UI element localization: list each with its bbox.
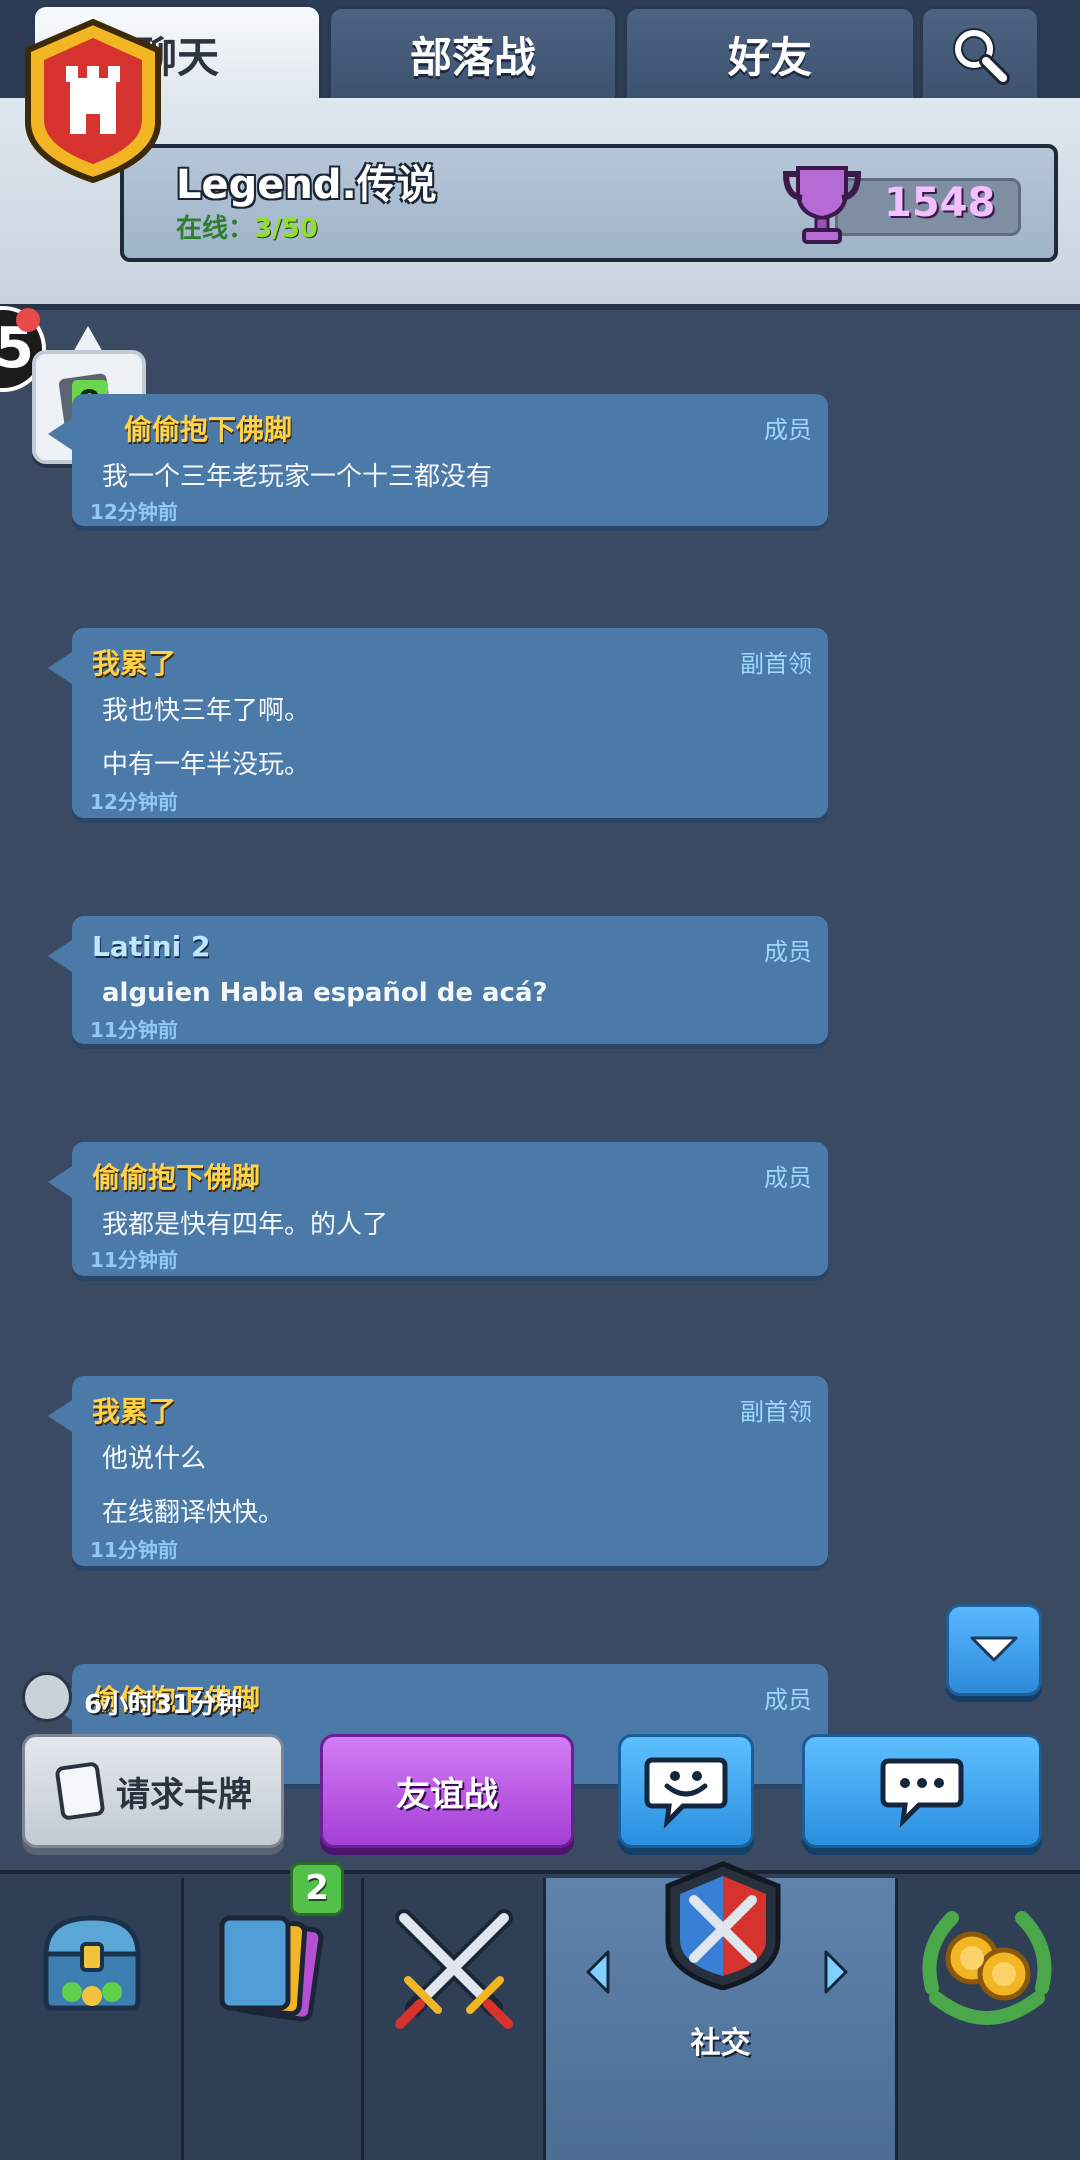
chest-icon [43, 1915, 141, 2011]
message-time: 11分钟前 [90, 1538, 178, 1562]
tab-friends-label: 好友 [727, 33, 812, 82]
message-text: 我都是快有四年。的人了 [102, 1210, 389, 1240]
message-role: 成员 [764, 938, 812, 966]
message-author: Latini 2 [92, 930, 211, 963]
bottom-nav: 社交 [0, 1861, 1080, 2160]
smiley-chat-icon [644, 1757, 728, 1828]
search-button[interactable] [920, 6, 1040, 100]
message-text: 我一个三年老玩家一个十三都没有 [102, 462, 493, 492]
clan-online-status: 在线：3/50 [176, 208, 318, 245]
message-role: 副首领 [740, 650, 812, 678]
message-author: 偷偷抱下佛脚 [92, 1161, 261, 1194]
message-role: 成员 [764, 1164, 812, 1192]
nav-battle[interactable] [364, 1878, 546, 2160]
message-author: 我累了 [92, 1395, 177, 1428]
message-role: 成员 [764, 416, 812, 444]
request-cards-button[interactable]: 请求卡牌 [22, 1734, 284, 1848]
nav-left-arrow-icon [586, 1950, 610, 1994]
online-label: 在线： [176, 214, 255, 244]
message-text: 我也快三年了啊。 [102, 696, 311, 726]
message-time: 12分钟前 [90, 790, 178, 814]
message-text: alguien Habla español de acá? [102, 978, 548, 1008]
request-cards-label: 请求卡牌 [116, 1774, 252, 1815]
chat-message[interactable]: 我累了 副首领 他说什么 在线翻译快快。 11分钟前 [48, 1376, 828, 1566]
message-role: 成员 [764, 1686, 812, 1714]
message-text: 中有一年半没玩。 [102, 750, 311, 780]
nav-social-label: 社交 [690, 2026, 751, 2061]
message-author: 偷偷抱下佛脚 [124, 413, 293, 446]
message-role: 副首领 [740, 1398, 812, 1426]
chat-compose-button[interactable] [802, 1734, 1042, 1848]
tab-friends[interactable]: 好友 [624, 6, 916, 100]
chat-message[interactable]: 偷偷抱下佛脚 成员 我都是快有四年。的人了 11分钟前 [48, 1142, 828, 1276]
nav-social[interactable]: 社交 [546, 1861, 898, 2160]
timer-text: 6小时31分钟 [84, 1690, 243, 1720]
message-author: 我累了 [92, 647, 177, 680]
nav-events[interactable] [898, 1878, 1080, 2160]
cards-deck-icon [219, 1915, 324, 2022]
gold-laurel-icon [922, 1911, 1052, 2025]
social-shield-icon [665, 1861, 781, 1990]
clan-badge-icon [25, 18, 161, 184]
friendly-battle-button[interactable]: 友谊战 [320, 1734, 574, 1848]
chevron-down-icon [970, 1636, 1018, 1662]
friendly-battle-label: 友谊战 [396, 1774, 498, 1815]
card-icon [55, 1762, 105, 1820]
clan-name: Legend.传说 [176, 162, 437, 208]
chat-bubble-icon [880, 1758, 964, 1827]
nav-cards[interactable] [184, 1878, 364, 2160]
tab-clan-war[interactable]: 部落战 [328, 6, 618, 100]
message-time: 11分钟前 [90, 1018, 178, 1042]
chat-message[interactable]: 偷偷抱下佛脚 成员 我一个三年老玩家一个十三都没有 12分钟前 [48, 394, 828, 526]
nav-right-arrow-icon [824, 1950, 848, 1994]
scroll-to-bottom-button[interactable] [946, 1604, 1042, 1696]
online-count: 3/50 [254, 214, 318, 244]
trophy-count: 1548 [884, 180, 996, 226]
message-text: 他说什么 [102, 1444, 207, 1474]
chat-message[interactable]: 我累了 副首领 我也快三年了啊。 中有一年半没玩。 12分钟前 [48, 628, 828, 818]
message-time: 11分钟前 [90, 1248, 178, 1272]
timer-icon [22, 1672, 72, 1722]
crossed-swords-icon [395, 1909, 513, 2029]
emote-button[interactable] [618, 1734, 754, 1848]
nav-shop[interactable] [0, 1878, 184, 2160]
chat-message[interactable]: Latini 2 成员 alguien Habla español de acá… [48, 916, 828, 1044]
message-text: 在线翻译快快。 [102, 1498, 285, 1528]
tab-clan-war-label: 部落战 [409, 33, 536, 82]
message-time: 12分钟前 [90, 500, 178, 524]
search-icon [953, 27, 1010, 85]
cards-notification-badge: 2 [290, 1862, 344, 1916]
trophy-icon [782, 166, 862, 244]
notification-dot [16, 308, 40, 332]
